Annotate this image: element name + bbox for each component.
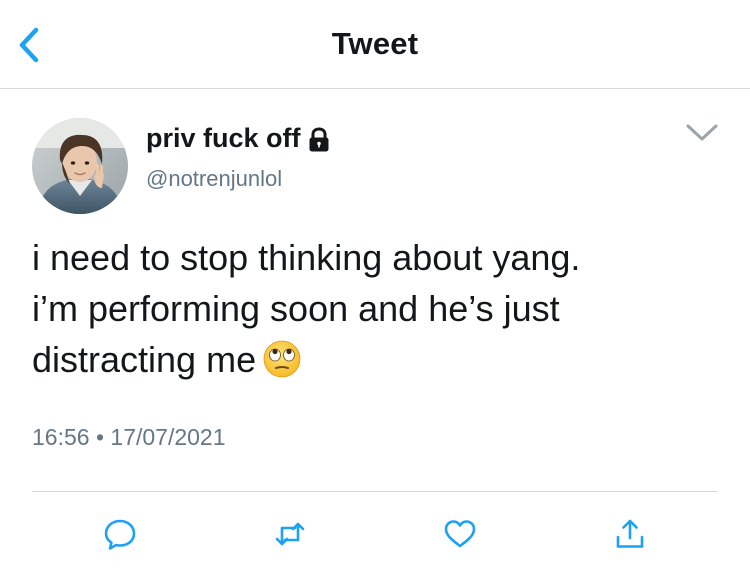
chevron-down-icon [686,124,718,141]
avatar[interactable] [32,118,128,214]
share-button[interactable] [608,512,652,556]
meta-separator: • [95,424,105,450]
navigation-bar: Tweet [0,0,750,89]
avatar-photo [32,118,128,214]
user-handle[interactable]: @notrenjunlol [146,166,282,192]
more-options-button[interactable] [682,118,722,146]
tweet-actions-bar [0,512,750,562]
reply-icon [104,519,136,550]
share-icon [616,519,644,548]
tweet-date: 17/07/2021 [110,424,226,450]
display-name[interactable]: priv fuck off [146,123,301,154]
lock-icon [309,126,329,151]
tweet-text-line-content: distracting me [32,339,257,380]
retweet-icon [275,522,305,546]
tweet-text: i need to stop thinking about yang. i’m … [32,232,712,385]
heart-icon [444,520,476,548]
retweet-button[interactable] [268,512,312,556]
reply-button[interactable] [98,512,142,556]
tweet-text-line: i need to stop thinking about yang. [32,237,581,278]
tweet-text-line: i’m performing soon and he’s just [32,288,560,329]
tweet-text-line: distracting me [32,334,712,385]
face-with-rolling-eyes-emoji [263,340,301,378]
like-button[interactable] [438,512,482,556]
page-title: Tweet [331,26,419,61]
tweet-timestamp: 16:56 • 17/07/2021 [32,424,226,451]
divider [32,491,718,492]
tweet-detail-screen: Tweet priv fuck off @notrenjunlol i need… [0,0,750,575]
author-name-row[interactable]: priv fuck off [146,123,331,154]
tweet-time: 16:56 [32,424,90,450]
